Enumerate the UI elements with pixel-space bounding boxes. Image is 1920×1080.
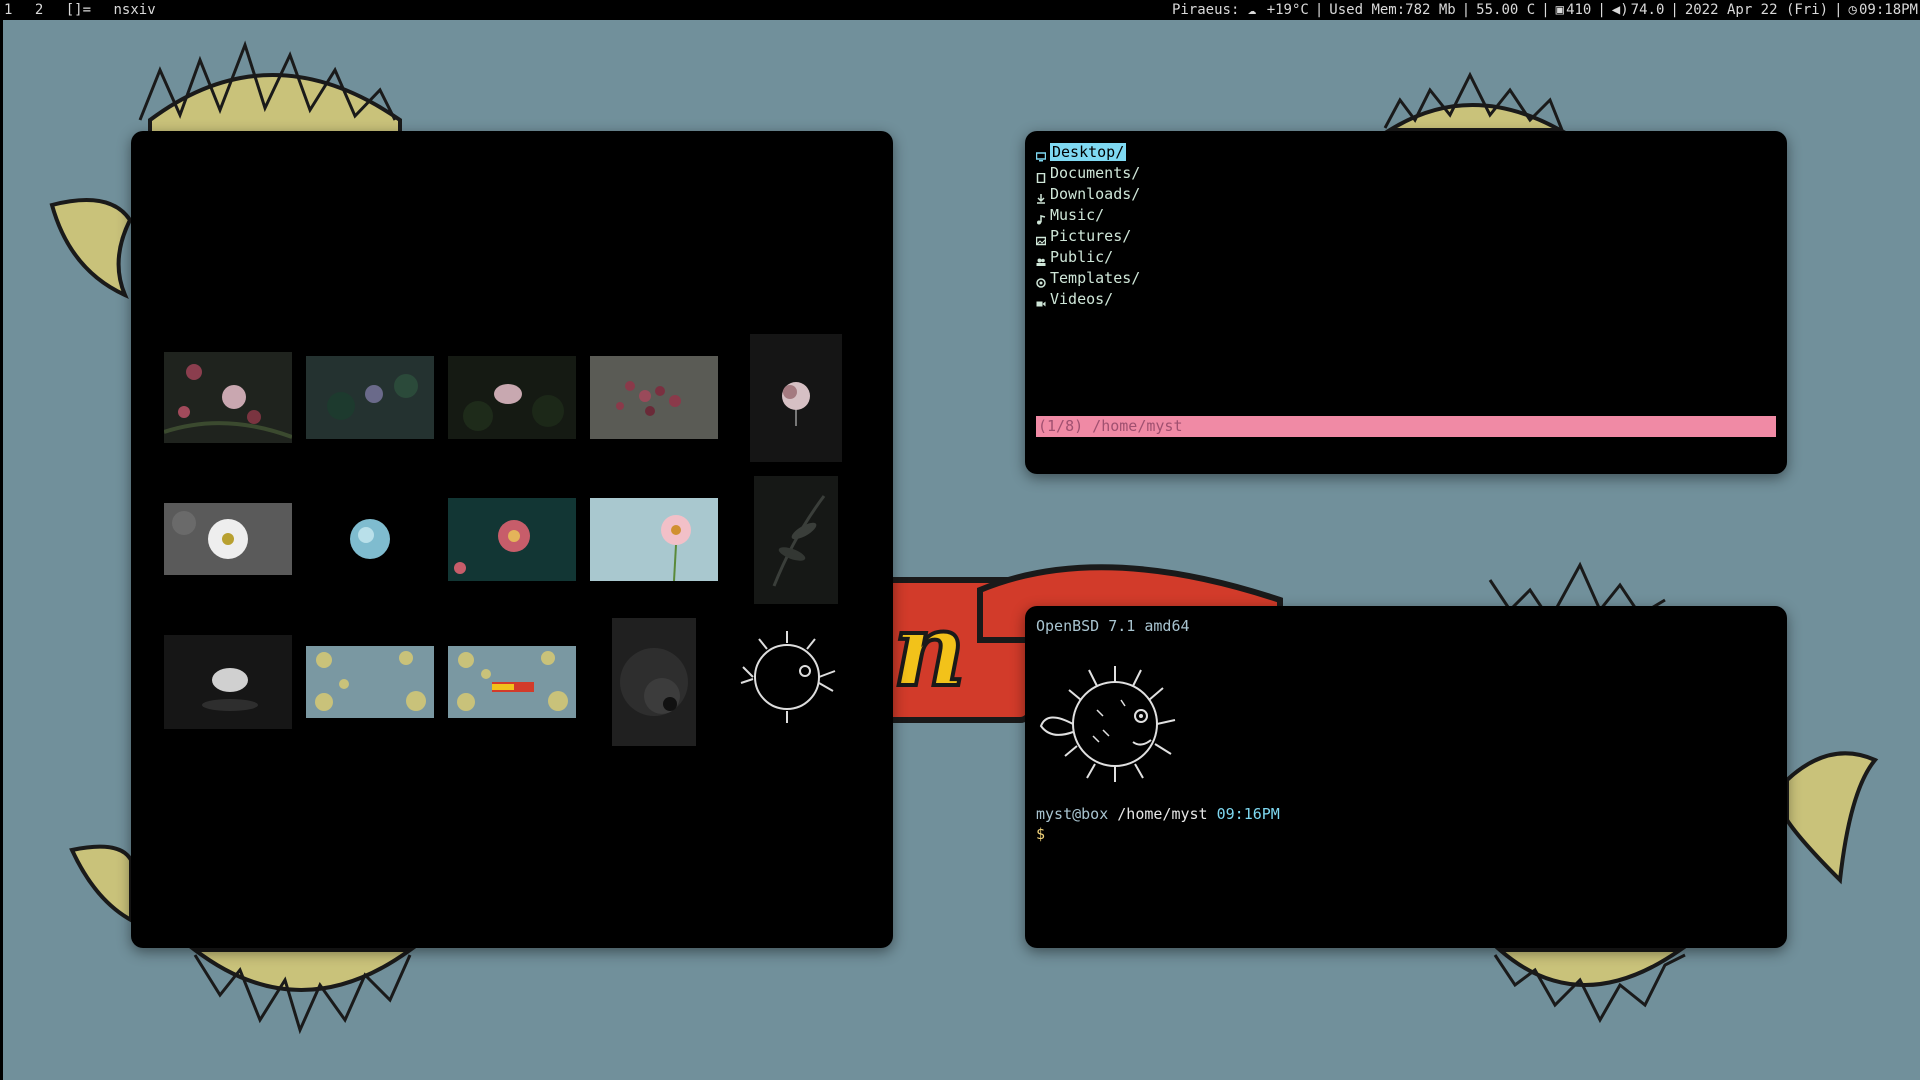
volume-level: 74.0 [1630, 2, 1665, 18]
cloud-icon: ☁ [1247, 2, 1257, 18]
users-icon [1036, 252, 1046, 266]
system-info: OpenBSD 7.1 amd64 [1036, 617, 1190, 635]
svg-text:n: n [893, 591, 966, 709]
video-icon [1036, 294, 1046, 306]
layout-indicator[interactable]: []= [66, 2, 91, 18]
pufferfish-wallpaper-thumbnail[interactable] [306, 646, 434, 718]
cpu-temperature: 55.00 C [1476, 2, 1536, 18]
command-prompt[interactable]: $ [1036, 824, 1045, 844]
download-icon [1036, 189, 1046, 204]
nsxiv-window[interactable] [131, 131, 893, 948]
flower-thumbnail[interactable] [448, 356, 576, 439]
weather-location: Piraeus: [1171, 2, 1240, 18]
openbsd-wallpaper-thumbnail[interactable] [448, 646, 576, 718]
workspace-tag-2[interactable]: 2 [35, 2, 43, 18]
file-manager-window[interactable]: Desktop/ Documents/ Downloads/ Music/ Pi… [1025, 131, 1787, 474]
left-border-strip [0, 20, 3, 1080]
file-manager-statusline: (1/8) /home/myst [1036, 416, 1776, 437]
template-icon [1036, 273, 1046, 288]
flower-thumbnail[interactable] [448, 498, 576, 581]
flower-thumbnail[interactable] [164, 503, 292, 575]
flower-thumbnail[interactable] [750, 334, 842, 462]
clock-time: 09:18PM [1858, 2, 1918, 18]
music-icon [1036, 210, 1046, 224]
window-title: nsxiv [113, 2, 156, 18]
prompt-time: 09:16PM [1216, 805, 1280, 823]
folder-downloads[interactable]: Downloads/ [1036, 184, 1140, 205]
flower-thumbnail[interactable] [590, 356, 718, 439]
temperature: +19°C [1266, 2, 1309, 18]
pufferfish-wallpaper-shape [1383, 71, 1568, 132]
battery-icon: ▣ [1555, 2, 1565, 18]
document-icon [1036, 168, 1046, 183]
folder-videos[interactable]: Videos/ [1036, 289, 1113, 310]
workspace-tag-1[interactable]: 1 [4, 2, 12, 18]
pufferfish-logo-thumbnail[interactable] [735, 627, 847, 727]
shell-prompt-line: myst@box /home/myst 09:16PM [1036, 804, 1280, 824]
shell-thumbnail[interactable] [612, 618, 696, 746]
flower-thumbnail[interactable] [306, 356, 434, 439]
folder-music[interactable]: Music/ [1036, 205, 1104, 226]
flower-thumbnail[interactable] [164, 352, 292, 443]
date: 2022 Apr 22 (Fri) [1684, 2, 1829, 18]
flower-thumbnail[interactable] [590, 498, 718, 581]
leaf-thumbnail[interactable] [754, 476, 838, 604]
lotus-thumbnail[interactable] [164, 635, 292, 729]
pufferfish-logo [1039, 666, 1176, 782]
folder-documents[interactable]: Documents/ [1036, 163, 1140, 184]
speaker-icon: ◀) [1611, 2, 1629, 18]
user-host: myst@box [1036, 805, 1109, 823]
status-bar: 1 2 []= nsxiv Piraeus: ☁ +19°C | Used Mem:… [0, 0, 1920, 20]
desktop-icon [1035, 147, 1047, 161]
battery-level: 410 [1566, 2, 1592, 18]
terminal-window[interactable]: OpenBSD 7.1 amd64 myst@box /home/myst 09… [1025, 606, 1787, 948]
picture-icon [1035, 231, 1047, 245]
memory-usage: Used Mem:782 Mb [1329, 2, 1456, 18]
clock-icon: ◷ [1848, 2, 1857, 18]
folder-public[interactable]: Public/ [1036, 247, 1113, 268]
folder-templates[interactable]: Templates/ [1036, 268, 1140, 289]
folder-pictures[interactable]: Pictures/ [1035, 226, 1131, 247]
folder-desktop[interactable]: Desktop/ [1035, 142, 1127, 163]
flower-thumbnail[interactable] [306, 503, 434, 575]
current-directory: /home/myst [1117, 805, 1208, 823]
